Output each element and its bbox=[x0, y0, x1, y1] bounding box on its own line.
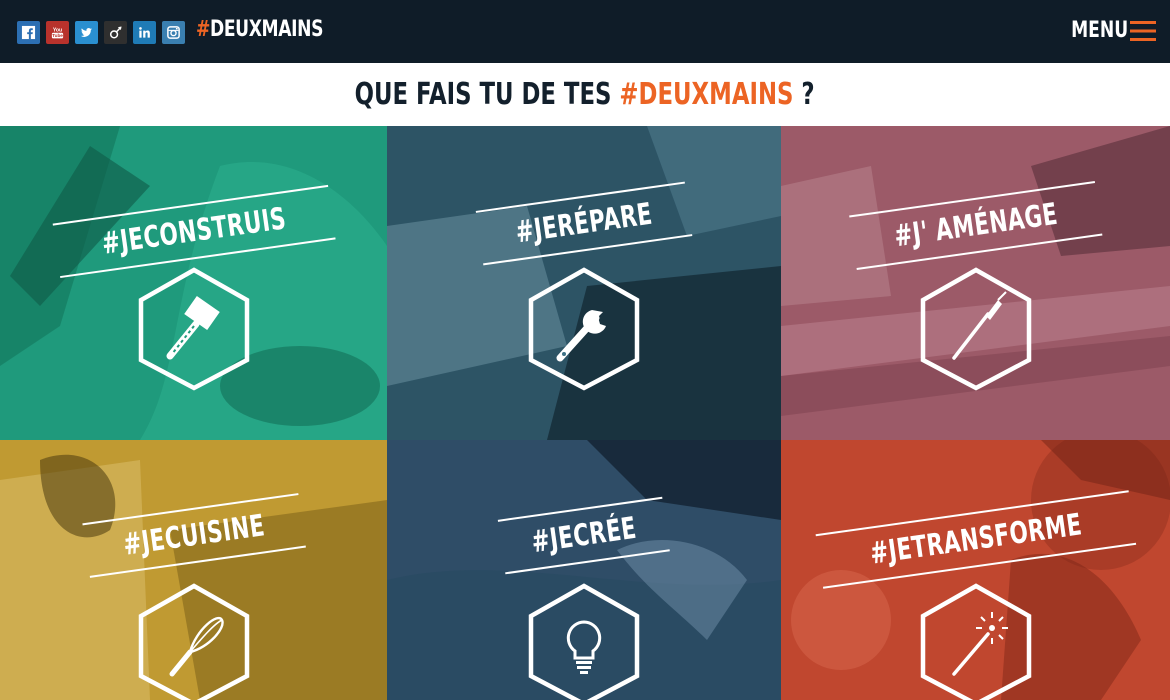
menu-button[interactable]: MENU bbox=[1055, 18, 1156, 43]
linkedin-icon[interactable] bbox=[133, 21, 156, 44]
tile-jerepare[interactable]: #JERÉPARE bbox=[387, 126, 781, 440]
headline-prefix: QUE FAIS TU DE TES bbox=[354, 77, 612, 112]
mallet-icon bbox=[138, 267, 249, 391]
headline-suffix: ? bbox=[801, 77, 815, 112]
youtube-icon[interactable]: You Tube bbox=[46, 21, 69, 44]
tile-jecuisine[interactable]: #JECUISINE bbox=[0, 440, 387, 700]
tile-jeconstruis[interactable]: #JECONSTRUIS bbox=[0, 126, 387, 440]
tile-jamenage[interactable]: #J' AMÉNAGE bbox=[781, 126, 1170, 440]
category-grid: #JECONSTRUIS #JERÉPARE #J' AMÉNAGE #JECU… bbox=[0, 126, 1170, 700]
twitter-icon[interactable] bbox=[75, 21, 98, 44]
logo-hash: # bbox=[196, 17, 210, 42]
tile-label: #JERÉPARE bbox=[513, 196, 655, 251]
page-headline: QUE FAIS TU DE TES #DEUXMAINS ? bbox=[0, 63, 1170, 126]
headline-text: QUE FAIS TU DE TES #DEUXMAINS ? bbox=[355, 77, 815, 112]
social-links: You Tube bbox=[17, 21, 185, 44]
top-navigation-bar: You Tube #DEUXMAINS MENU bbox=[0, 0, 1170, 63]
logo-text: DEUXMAINS bbox=[209, 17, 324, 42]
viadeo-icon[interactable] bbox=[104, 21, 127, 44]
wrench-icon bbox=[528, 267, 640, 391]
facebook-icon[interactable] bbox=[17, 21, 40, 44]
svg-text:Tube: Tube bbox=[52, 33, 63, 38]
tile-label: #JECRÉE bbox=[529, 510, 639, 561]
tile-jecree[interactable]: #JECRÉE bbox=[387, 440, 781, 700]
tile-jetransforme[interactable]: #JETRANSFORME bbox=[781, 440, 1170, 700]
headline-accent: #DEUXMAINS bbox=[619, 77, 794, 112]
whisk-icon bbox=[138, 583, 249, 700]
tile-label: #JECUISINE bbox=[120, 508, 267, 563]
hamburger-icon bbox=[1130, 20, 1156, 41]
paintbrush-icon bbox=[920, 267, 1031, 391]
menu-label: MENU bbox=[1070, 18, 1128, 43]
instagram-icon[interactable] bbox=[162, 21, 185, 44]
lightbulb-icon bbox=[528, 583, 640, 700]
magic-wand-icon bbox=[920, 583, 1031, 700]
site-logo[interactable]: #DEUXMAINS bbox=[196, 17, 323, 42]
